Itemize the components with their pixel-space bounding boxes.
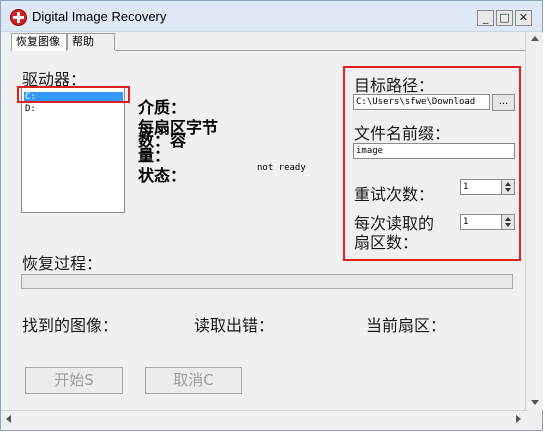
retry-count-arrows[interactable]: [501, 179, 515, 195]
capacity-label: 数：容量：: [138, 131, 187, 165]
sectors-per-read-spinner[interactable]: 1: [460, 214, 516, 230]
spin-up-icon[interactable]: [505, 182, 511, 186]
scroll-up-icon[interactable]: [531, 36, 539, 41]
retry-count-label: 重试次数：: [354, 185, 435, 204]
vertical-scrollbar[interactable]: [525, 32, 543, 410]
recovery-progress-bar: [21, 274, 513, 289]
read-errors-label: 读取出错：: [194, 316, 275, 335]
found-images-label: 找到的图像：: [22, 316, 119, 335]
retry-count-value[interactable]: 1: [460, 179, 502, 195]
sectors-per-read-label-line2: 扇区数：: [354, 233, 419, 252]
recovery-progress-label: 恢复过程：: [22, 254, 103, 273]
drive-highlight-box: [17, 86, 130, 103]
red-cross-app-icon: [10, 9, 27, 26]
status-label: 状态：: [138, 166, 187, 185]
scroll-left-icon[interactable]: [6, 415, 11, 423]
title-bar[interactable]: Digital Image Recovery _ □ ✕: [1, 1, 542, 32]
retry-count-spinner[interactable]: 1: [460, 179, 516, 195]
drive-list[interactable]: C: D:: [21, 87, 125, 213]
drive-item-d[interactable]: D:: [24, 104, 123, 115]
current-sector-label: 当前扇区：: [366, 316, 447, 335]
window-title: Digital Image Recovery: [32, 9, 167, 24]
sectors-per-read-arrows[interactable]: [501, 214, 515, 230]
scroll-down-icon[interactable]: [531, 400, 539, 405]
tab-recover[interactable]: 恢复图像: [11, 33, 67, 51]
cancel-button[interactable]: 取消C: [145, 367, 242, 394]
target-path-input[interactable]: C:\Users\sfwe\Download: [353, 94, 490, 110]
scroll-right-icon[interactable]: [516, 415, 521, 423]
minimize-button[interactable]: _: [477, 10, 494, 26]
target-path-label: 目标路径：: [354, 76, 435, 95]
status-value: not ready: [257, 163, 306, 173]
browse-button[interactable]: ...: [492, 94, 515, 111]
filename-prefix-input[interactable]: image: [353, 143, 515, 159]
tab-help[interactable]: 帮助: [67, 33, 115, 50]
filename-prefix-label: 文件名前缀：: [354, 124, 451, 143]
spin-up-icon[interactable]: [505, 217, 511, 221]
spin-down-icon[interactable]: [505, 223, 511, 227]
tab-divider: [115, 50, 542, 51]
close-button[interactable]: ✕: [515, 10, 532, 26]
horizontal-scrollbar[interactable]: [1, 410, 528, 428]
start-button[interactable]: 开始S: [25, 367, 123, 394]
sectors-per-read-value[interactable]: 1: [460, 214, 502, 230]
spin-down-icon[interactable]: [505, 188, 511, 192]
app-window: Digital Image Recovery _ □ ✕ 恢复图像 帮助 驱动器…: [0, 0, 543, 431]
maximize-button[interactable]: □: [496, 10, 513, 26]
